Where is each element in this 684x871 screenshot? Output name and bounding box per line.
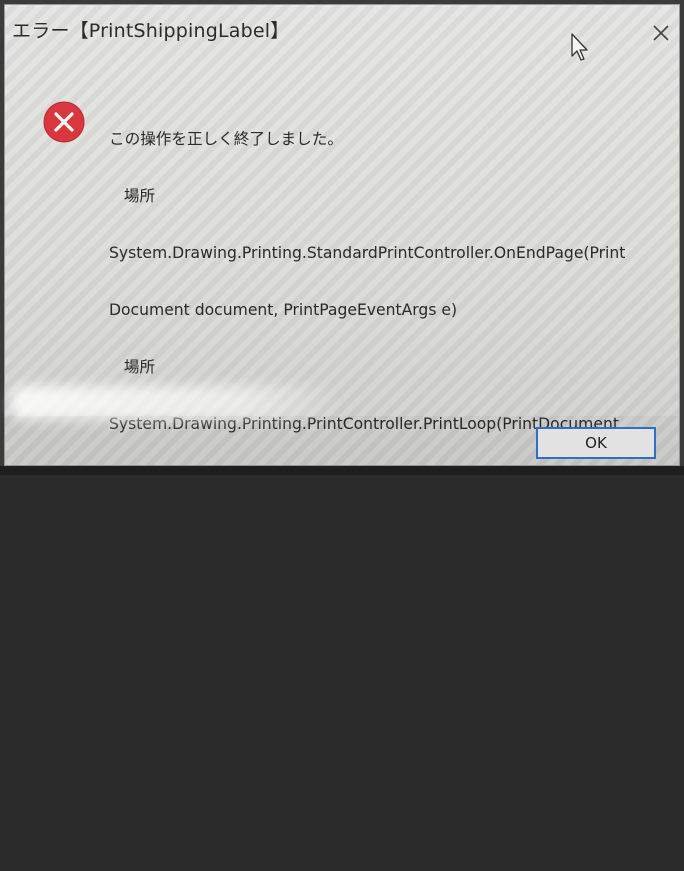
message-line: Document document, PrintPageEventArgs e) xyxy=(109,301,458,319)
close-button[interactable] xyxy=(648,20,674,46)
screen-glare xyxy=(12,386,342,420)
message-line: 場所 xyxy=(109,187,156,205)
close-icon xyxy=(653,25,669,41)
message-line: System.Drawing.Printing.StandardPrintCon… xyxy=(109,244,626,262)
mouse-pointer-icon xyxy=(571,33,588,61)
dialog-title: エラー【PrintShippingLabel】 xyxy=(12,20,290,42)
message-line: 場所 xyxy=(109,358,156,376)
error-message: この操作を正しく終了しました。 場所 System.Drawing.Printi… xyxy=(109,92,664,871)
message-line: この操作を正しく終了しました。 xyxy=(109,130,343,148)
message-line: 場所 GreenCoopApp.DrivingForm.PrintShippin… xyxy=(109,757,582,775)
ok-button[interactable]: OK xyxy=(536,427,656,459)
message-line: sUnionNumber) xyxy=(109,814,231,832)
message-line: 場所 xyxy=(109,529,156,547)
error-dialog: エラー【PrintShippingLabel】 この操作を正しく終了しました。 … xyxy=(4,4,680,832)
message-line: document) xyxy=(109,643,194,661)
message-line: System.Drawing.Printing.PrintController.… xyxy=(109,586,582,604)
message-line: 場所 System.Drawing.Printing.PrintDocument… xyxy=(109,700,528,718)
monitor-edge xyxy=(0,466,684,475)
error-icon xyxy=(43,101,85,143)
